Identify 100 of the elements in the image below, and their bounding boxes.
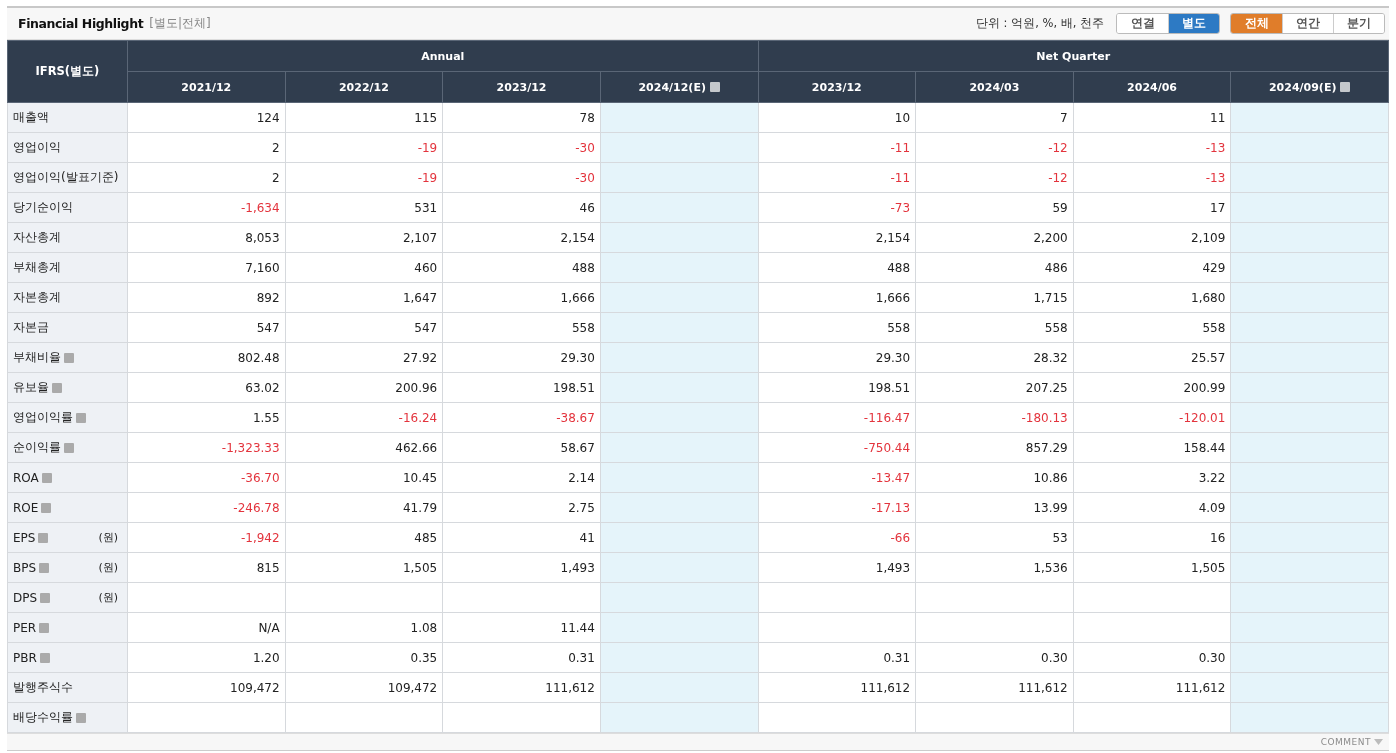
table-cell: 10 — [758, 102, 916, 133]
table-cell: -30 — [442, 132, 601, 163]
table-cell: N/A — [127, 612, 286, 643]
table-cell: 1,493 — [442, 552, 601, 583]
table-cell: -13 — [1073, 162, 1231, 193]
table-cell: -19 — [285, 162, 443, 193]
group-header: Annual — [127, 40, 758, 72]
table-cell: 0.35 — [285, 642, 443, 673]
table-cell: 857.29 — [915, 432, 1074, 463]
table-cell: 1,666 — [758, 282, 916, 313]
table-cell: 115 — [285, 102, 443, 133]
table-cell: 815 — [127, 552, 286, 583]
help-icon[interactable] — [709, 82, 720, 92]
table-cell: 485 — [285, 522, 443, 553]
table-cell: 2.14 — [442, 462, 601, 493]
table-cell: 1,493 — [758, 552, 916, 583]
unit-text: (원) — [98, 560, 118, 575]
table-cell: 2 — [127, 162, 286, 193]
row-label: 부채비율 — [7, 342, 128, 373]
table-cell: 111,612 — [915, 672, 1074, 703]
table-cell: -38.67 — [442, 402, 601, 433]
table-cell: 207.25 — [915, 372, 1074, 403]
table-cell: 58.67 — [442, 432, 601, 463]
table-cell: -36.70 — [127, 462, 286, 493]
table-cell: 1,680 — [1073, 282, 1231, 313]
table-cell: 1.55 — [127, 402, 286, 433]
table-cell: 27.92 — [285, 342, 443, 373]
table-cell: 0.31 — [442, 642, 601, 673]
table-cell: 111,612 — [1073, 672, 1231, 703]
table-cell: 111,612 — [758, 672, 916, 703]
column-header: 2024/03 — [915, 71, 1074, 103]
table-cell: 198.51 — [758, 372, 916, 403]
table-cell: -30 — [442, 162, 601, 193]
table-cell: -12 — [915, 132, 1074, 163]
table-cell: 0.30 — [1073, 642, 1231, 673]
table-cell: 53 — [915, 522, 1074, 553]
row-label: 유보율 — [7, 372, 128, 403]
table-cell: 2,200 — [915, 222, 1074, 253]
table-cell: 63.02 — [127, 372, 286, 403]
table-cell: 10.45 — [285, 462, 443, 493]
table-cell: 10.86 — [915, 462, 1074, 493]
row-label: 영업이익(발표기준) — [7, 162, 128, 193]
row-label: 당기순이익 — [7, 192, 128, 223]
row-label: 자본금 — [7, 312, 128, 343]
header-cell: IFRS(별도) — [7, 40, 128, 103]
table-cell: 11.44 — [442, 612, 601, 643]
row-label: DPS (원) — [7, 582, 128, 613]
table-cell: 2,154 — [758, 222, 916, 253]
column-header: 2023/12 — [442, 71, 601, 103]
table-cell: 1.20 — [127, 642, 286, 673]
table-cell: -73 — [758, 192, 916, 223]
table-cell: 892 — [127, 282, 286, 313]
table-cell: -11 — [758, 132, 916, 163]
row-label: 자산총계 — [7, 222, 128, 253]
table-cell: 11 — [1073, 102, 1231, 133]
table-cell: 486 — [915, 252, 1074, 283]
row-label: PER — [7, 612, 128, 643]
table-cell: -246.78 — [127, 492, 286, 523]
table-cell: 59 — [915, 192, 1074, 223]
column-header: 2024/12(E) — [600, 71, 758, 103]
table-cell: 547 — [127, 312, 286, 343]
table-cell: 1,505 — [285, 552, 443, 583]
row-label: 부채총계 — [7, 252, 128, 283]
column-header: 2021/12 — [127, 71, 286, 103]
row-label: PBR — [7, 642, 128, 673]
table-cell: 124 — [127, 102, 286, 133]
row-label: ROA — [7, 462, 128, 493]
table-cell: -16.24 — [285, 402, 443, 433]
row-label: ROE — [7, 492, 128, 523]
table-cell: -180.13 — [915, 402, 1074, 433]
table-cell: 200.99 — [1073, 372, 1231, 403]
table-cell: 17 — [1073, 192, 1231, 223]
row-label: 배당수익률 — [7, 702, 128, 733]
column-header: 2024/09(E) — [1230, 71, 1389, 103]
table-cell: 0.30 — [915, 642, 1074, 673]
table-cell: 1,505 — [1073, 552, 1231, 583]
table-cell: 158.44 — [1073, 432, 1231, 463]
report-type-button[interactable]: 별도 — [1168, 14, 1219, 33]
table-cell: 28.32 — [915, 342, 1074, 373]
table-cell: 3.22 — [1073, 462, 1231, 493]
table-cell: 7 — [915, 102, 1074, 133]
row-label: 순이익률 — [7, 432, 128, 463]
table-cell: 7,160 — [127, 252, 286, 283]
table-cell: 488 — [758, 252, 916, 283]
table-cell: 2.75 — [442, 492, 601, 523]
row-label: 매출액 — [7, 102, 128, 133]
section-subtitle: [별도|전체] — [149, 15, 211, 32]
table-cell: 429 — [1073, 252, 1231, 283]
table-cell: 558 — [1073, 312, 1231, 343]
help-icon[interactable] — [1340, 82, 1351, 92]
column-header: 2023/12 — [758, 71, 916, 103]
table-cell: 111,612 — [442, 672, 601, 703]
table-cell: -13 — [1073, 132, 1231, 163]
table-cell: 200.96 — [285, 372, 443, 403]
table-cell: 2 — [127, 132, 286, 163]
period-button[interactable]: 분기 — [1333, 14, 1384, 33]
table-cell: 29.30 — [442, 342, 601, 373]
table-cell: 46 — [442, 192, 601, 223]
table-cell: 462.66 — [285, 432, 443, 463]
table-cell: -12 — [915, 162, 1074, 193]
